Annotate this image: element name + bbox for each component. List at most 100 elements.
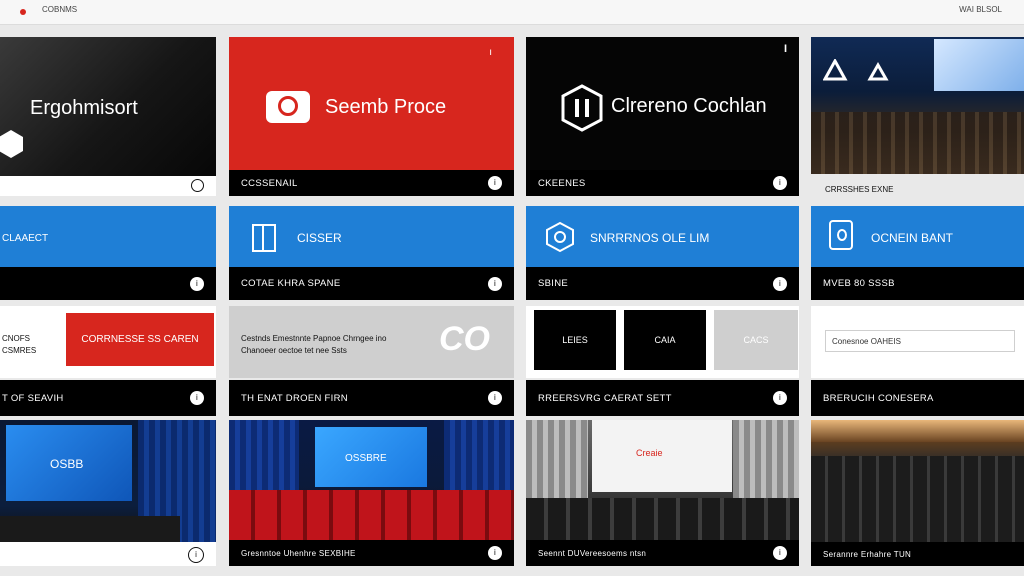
hexagon-gear-icon [546,221,574,253]
info-icon[interactable]: i [188,547,204,563]
tile-label: CLAAECT [2,233,49,244]
input-value: Conesnoe OAHEIS [832,337,901,346]
curtain-right [444,420,514,500]
shield-logo-icon [829,220,853,250]
info-icon[interactable]: i [488,176,502,190]
tile-r4c3-bar[interactable]: Seennt DUVereesoems ntsn i [526,540,799,566]
tile-label: CISSER [297,231,342,245]
tile-r2c1[interactable]: CLAAECT [0,206,216,267]
bar-label: RREERSVRG CAERAT SETT [538,392,672,404]
tile-text: Chanoeer oectoe tet nee Ssts [241,346,347,355]
tile-r3c4: Conesnoe OAHEIS [811,306,1024,378]
top-bar: COBNMS WAI BLSOL [0,0,1024,25]
tile-caption: CRRSSHES EXNE [825,185,894,194]
tile-title: Clrereno Cochlan [611,95,767,117]
tile-text: Cestnds Emestnnte Papnoe Chrngee ino [241,334,387,343]
red-seats [229,490,514,540]
tile-r3c4-bar[interactable]: BRERUCIH CONESERA [811,380,1024,416]
tile-r1c1[interactable]: Ergohmisort [0,37,216,176]
tile-text: CNOFS [2,334,30,343]
seat-rows [811,456,1024,542]
tile-r2c1-bar[interactable]: i [0,267,216,300]
bar-label: TH ENAT DROEN FIRN [241,392,348,404]
search-input[interactable]: Conesnoe OAHEIS [825,330,1015,352]
tile-r4c2-bar[interactable]: Gresnntoe Uhenhre SEXBIHE i [229,540,514,566]
corner-mark: I [783,43,787,55]
tile-r3c2[interactable]: Cestnds Emestnnte Papnoe Chrngee ino Cha… [229,306,514,378]
tile-title: Seemb Proce [325,96,447,118]
tile-r1c1-footer [0,176,216,196]
tile-r3c3: LEIES CAIA CACS [526,306,799,378]
tile-r4c1[interactable]: OSBB [0,420,216,542]
curtain-left [526,420,588,510]
tile-r2c2-bar[interactable]: COTAE KHRA SPANE i [229,267,514,300]
tile-label: SNRRRNOS OLE LIM [590,231,710,245]
seat-rows [811,112,1024,174]
top-left-text: COBNMS [42,5,78,14]
record-dot-icon [20,9,26,15]
projection-screen: OSBB [6,425,132,501]
refresh-icon[interactable] [191,179,204,192]
tile-r3c1-bar[interactable]: T OF SEAVIH i [0,380,216,416]
bar-label: T OF SEAVIH [2,392,64,404]
brand-logo: CO [439,320,490,358]
tile-r4c4-bar[interactable]: Serannre Erhahre TUN [811,542,1024,566]
seat-rows [526,498,799,540]
bar-label: CKEENES [538,177,586,189]
tile-r1c2[interactable]: Seemb Proce ı [229,37,514,170]
projection-screen [934,39,1024,91]
document-icon [252,224,276,252]
info-icon[interactable]: i [488,546,502,560]
top-right-text: WAI BLSOL [959,5,1002,14]
info-icon[interactable]: i [773,546,787,560]
tile-r4c1-footer: i [0,542,216,566]
stage [0,516,180,542]
hexagon-logo-icon [0,130,23,158]
info-mark-icon: ı [489,47,492,58]
red-action-button[interactable]: CORRNESSE SS CAREN [66,313,214,366]
info-icon[interactable]: i [488,391,502,405]
tile-r4c4[interactable] [811,420,1024,542]
tile-r1c3[interactable]: Clrereno Cochlan I [526,37,799,170]
curtain-right [733,420,799,510]
box-label: LEIES [562,335,588,345]
tile-r2c4[interactable]: OCNEIN BANT [811,206,1024,267]
tile-r2c3-bar[interactable]: SBINE i [526,267,799,300]
tile-r1c4-caption-area: CRRSSHES EXNE [811,174,1024,196]
tile-title: Ergohmisort [30,97,138,119]
tile-r3c3-bar[interactable]: RREERSVRG CAERAT SETT i [526,380,799,416]
info-icon[interactable]: i [190,391,204,405]
filter-box-1[interactable]: LEIES [534,310,616,370]
filter-box-2[interactable]: CAIA [624,310,706,370]
bar-label: BRERUCIH CONESERA [823,392,934,404]
box-label: CAIA [654,335,676,345]
tile-r2c4-bar[interactable]: MVEB 80 SSSB [811,267,1024,300]
info-icon[interactable]: i [773,391,787,405]
info-icon[interactable]: i [190,276,204,291]
screen-text: OSSBRE [345,453,387,464]
tile-r2c3[interactable]: SNRRRNOS OLE LIM [526,206,799,267]
bar-label: Serannre Erhahre TUN [823,549,912,559]
projection-screen: OSSBRE [315,427,427,487]
info-icon[interactable]: i [773,176,787,190]
tile-label: OCNEIN BANT [871,231,954,245]
bar-label: MVEB 80 SSSB [823,278,895,289]
bar-label: Gresnntoe Uhenhre SEXBIHE [241,548,356,558]
bar-label: COTAE KHRA SPANE [241,278,341,289]
bar-label: CCSSENAIL [241,177,298,189]
screen-text: Creaie [636,448,663,458]
filter-box-3[interactable]: CACS [714,310,798,370]
tile-r2c2[interactable]: CISSER [229,206,514,267]
tile-r4c3[interactable]: Creaie [526,420,799,540]
tile-r3c2-bar[interactable]: TH ENAT DROEN FIRN i [229,380,514,416]
button-label: CORRNESSE SS CAREN [81,334,199,345]
info-icon[interactable]: i [773,276,787,291]
tile-r1c2-bar[interactable]: CCSSENAIL i [229,170,514,196]
tile-r1c3-bar[interactable]: CKEENES i [526,170,799,196]
tile-r3c1[interactable]: CNOFS CSMRES CORRNESSE SS CAREN [0,306,216,378]
info-icon[interactable]: i [488,276,502,291]
tile-r1c4[interactable] [811,37,1024,174]
tile-r4c2[interactable]: OSSBRE [229,420,514,540]
ceiling-lights [811,420,1024,442]
box-label: CACS [743,335,769,345]
